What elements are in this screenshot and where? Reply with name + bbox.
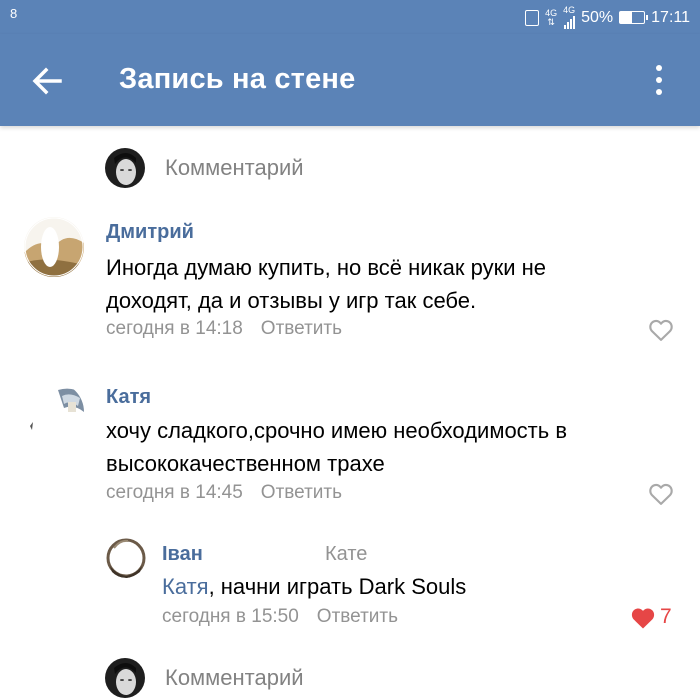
like-button[interactable] (647, 480, 675, 508)
avatar[interactable] (24, 382, 84, 442)
heart-filled-icon (631, 608, 655, 629)
app-bar: Запись на стене (0, 34, 700, 126)
my-avatar (105, 148, 145, 188)
comment-text-line: высококачественном трахе (106, 451, 385, 476)
battery-icon (619, 11, 649, 24)
network-type-label-2: 4G (563, 5, 576, 15)
comment-author[interactable]: Дмитрий (106, 221, 194, 244)
heart-outline-icon (649, 319, 673, 341)
reply-button[interactable]: Ответить (261, 318, 342, 339)
notification-count: 8 (10, 6, 18, 21)
avatar[interactable] (106, 538, 146, 578)
like-count: 7 (660, 605, 672, 628)
comment-time: сегодня в 14:45 (106, 482, 243, 503)
reply-button[interactable]: Ответить (317, 606, 398, 627)
comment-meta: сегодня в 14:45 Ответить (106, 482, 342, 504)
reply-text: Катя, начни играть Dark Souls (162, 570, 466, 603)
battery-percent: 50% (581, 8, 614, 26)
reply-button[interactable]: Ответить (261, 482, 342, 503)
more-vertical-icon (656, 65, 662, 71)
heart-outline-icon (649, 483, 673, 505)
vibrate-icon (525, 9, 540, 26)
status-bar: 8 4G ⇅ 4G 50% 17:11 (0, 0, 700, 34)
network-indicator: 4G ⇅ (545, 8, 557, 27)
comment-text: Иногда думаю купить, но всё никак руки н… (106, 251, 546, 317)
comment-input-placeholder[interactable]: Комментарий (165, 155, 304, 181)
reply-time: сегодня в 15:50 (162, 606, 299, 627)
clock: 17:11 (651, 8, 690, 26)
comment-text-line: доходят, да и отзывы у игр так себе. (106, 288, 477, 313)
reply-to-label[interactable]: Кате (325, 543, 367, 566)
avatar[interactable] (24, 217, 84, 277)
signal-icon (563, 15, 575, 29)
my-avatar (105, 658, 145, 698)
arrow-left-icon (32, 67, 62, 95)
more-dot (656, 89, 662, 95)
page-title: Запись на стене (119, 63, 356, 95)
comment-composer[interactable]: Комментарий (105, 147, 304, 189)
reply-author[interactable]: Іван (162, 543, 203, 566)
reply-meta: сегодня в 15:50 Ответить (162, 606, 398, 628)
reply-text-body: , начни играть Dark Souls (208, 574, 467, 599)
comment-time: сегодня в 14:18 (106, 318, 243, 339)
comment-author[interactable]: Катя (106, 386, 151, 409)
back-button[interactable] (22, 56, 72, 106)
comment-text-line: Иногда думаю купить, но всё никак руки н… (106, 255, 547, 280)
comment-text: хочу сладкого,срочно имею необходимость … (106, 414, 567, 480)
comment-input-placeholder[interactable]: Комментарий (165, 665, 304, 691)
comment-text-line: хочу сладкого,срочно имею необходимость … (106, 418, 568, 443)
more-menu-button[interactable] (640, 60, 678, 100)
comment-composer-bottom[interactable]: Комментарий (105, 657, 304, 699)
like-button[interactable] (647, 316, 675, 344)
like-button-active[interactable] (629, 604, 657, 632)
battery-fill (620, 12, 633, 23)
more-dot (656, 77, 662, 83)
network-indicator-2: 4G (563, 6, 575, 29)
mention-link[interactable]: Катя (162, 574, 209, 599)
data-arrows-icon: ⇅ (547, 16, 555, 27)
comment-meta: сегодня в 14:18 Ответить (106, 318, 342, 340)
